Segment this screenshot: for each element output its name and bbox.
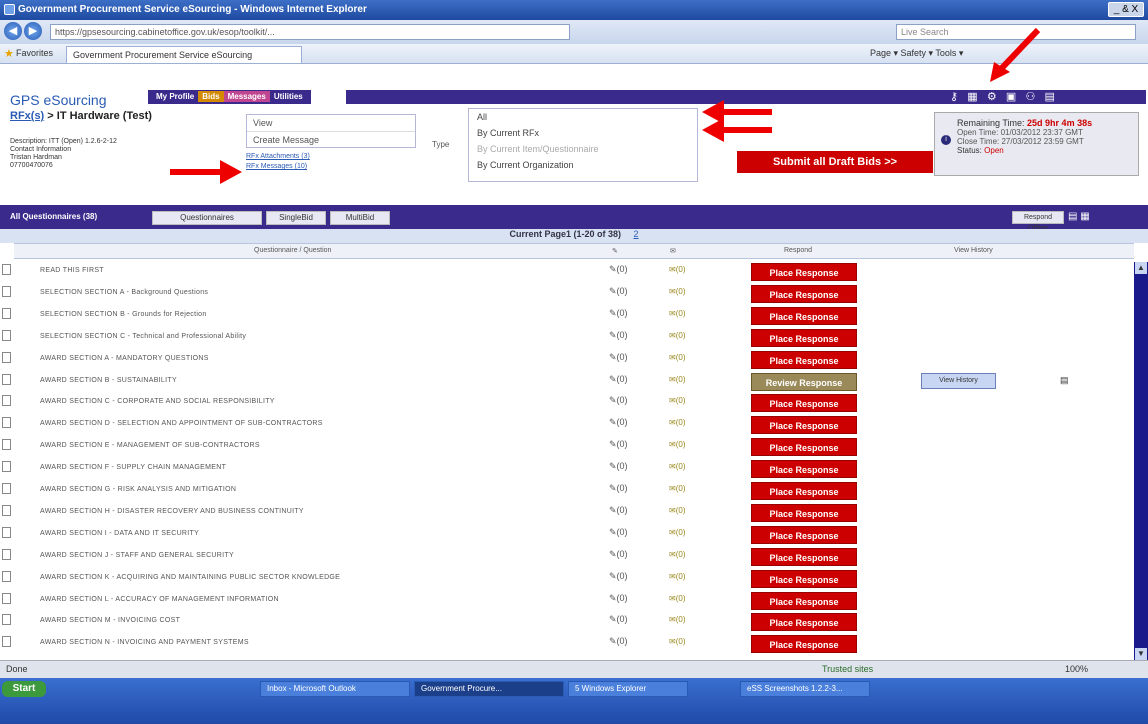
arrow-icon [170, 160, 242, 184]
arrow-icon [702, 100, 772, 124]
annotation-arrows [170, 27, 1041, 184]
arrow-icon [702, 118, 772, 142]
arrow-icon [990, 27, 1041, 82]
